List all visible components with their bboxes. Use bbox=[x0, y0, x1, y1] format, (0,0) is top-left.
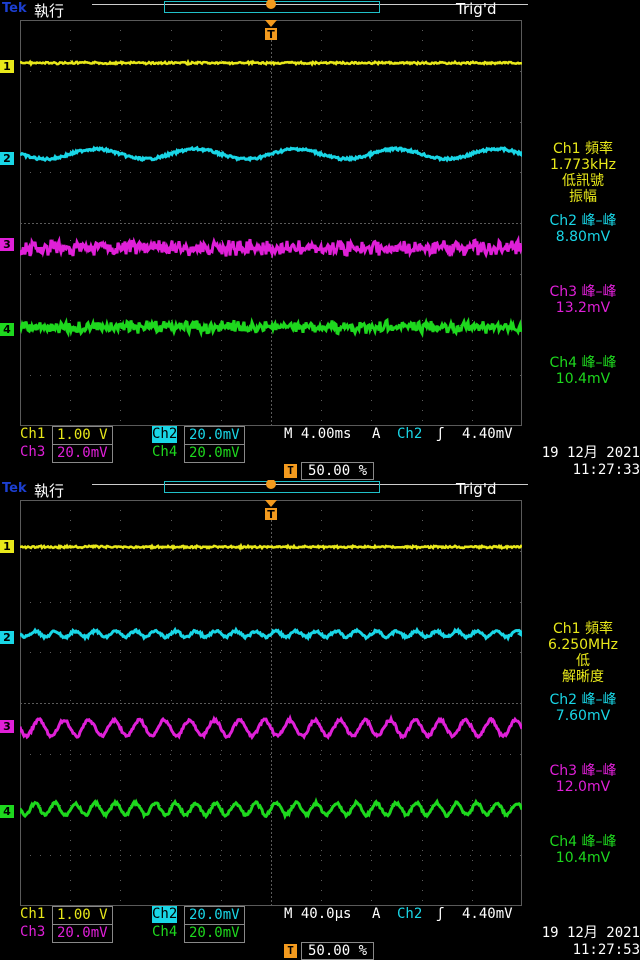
ch1-scale[interactable]: 1.00 V bbox=[52, 906, 113, 925]
meas-ch4-value: 10.4mV bbox=[555, 371, 611, 387]
brand-logo: Tek bbox=[2, 1, 27, 16]
meas-ch1: Ch1 頻率 1.773kHz 低訊號 振幅 bbox=[526, 141, 640, 205]
trigger-level[interactable]: 4.40mV bbox=[462, 426, 513, 443]
meas-ch3-label: Ch3 峰–峰 bbox=[549, 763, 617, 779]
meas-ch4: Ch4 峰–峰 10.4mV bbox=[526, 834, 640, 866]
trigger-slope-icon[interactable]: ʃ bbox=[436, 426, 444, 443]
ch1-label[interactable]: Ch1 bbox=[20, 906, 45, 923]
measurement-panel: Ch1 頻率 6.250MHz 低 解晰度 Ch2 峰–峰 7.60mV Ch3… bbox=[526, 480, 640, 960]
trigger-status: Trig'd bbox=[456, 0, 497, 18]
waveform-graticule: T bbox=[20, 20, 522, 426]
meas-ch2: Ch2 峰–峰 8.80mV bbox=[526, 213, 640, 245]
ch4-marker-icon[interactable]: 4 bbox=[0, 323, 14, 336]
meas-ch2-label: Ch2 峰–峰 bbox=[549, 692, 617, 708]
timebase[interactable]: M 40.0µs bbox=[284, 906, 351, 923]
ch4-trace bbox=[20, 316, 522, 338]
ch2-scale[interactable]: 20.0mV bbox=[184, 426, 245, 445]
waveform-graticule: T bbox=[20, 500, 522, 906]
ch4-scale[interactable]: 20.0mV bbox=[184, 444, 245, 463]
time: 11:27:53 bbox=[572, 942, 640, 958]
meas-ch2-label: Ch2 峰–峰 bbox=[549, 213, 617, 229]
ch4-trace bbox=[20, 796, 522, 821]
meas-ch1-note: 低 bbox=[576, 653, 590, 669]
trigger-position-value: 50.00 % bbox=[301, 462, 375, 480]
ch4-label[interactable]: Ch4 bbox=[152, 924, 177, 941]
meas-ch4-label: Ch4 峰–峰 bbox=[549, 834, 617, 850]
meas-ch3: Ch3 峰–峰 13.2mV bbox=[526, 284, 640, 316]
ch2-marker-icon[interactable]: 2 bbox=[0, 152, 14, 165]
ch1-marker-icon[interactable]: 1 bbox=[0, 60, 14, 73]
meas-ch1-note2: 解晰度 bbox=[562, 669, 604, 685]
trigger-position[interactable]: T 50.00 % bbox=[284, 942, 375, 960]
meas-ch1-note2: 振幅 bbox=[569, 189, 597, 205]
meas-ch3-label: Ch3 峰–峰 bbox=[549, 284, 617, 300]
acquisition-mode: 執行 bbox=[34, 482, 65, 500]
date: 19 12月 2021 bbox=[541, 445, 640, 461]
ch3-marker-icon[interactable]: 3 bbox=[0, 238, 14, 251]
ch1-marker-icon[interactable]: 1 bbox=[0, 540, 14, 553]
brand-logo: Tek bbox=[2, 481, 27, 496]
trigger-arrow-icon bbox=[265, 20, 277, 27]
meas-ch3-value: 12.0mV bbox=[555, 779, 611, 795]
measurement-panel: Ch1 頻率 1.773kHz 低訊號 振幅 Ch2 峰–峰 8.80mV Ch… bbox=[526, 0, 640, 480]
channel-settings: Ch1 1.00 V Ch2 20.0mV M 4.00ms A Ch2 ʃ 4… bbox=[0, 426, 530, 480]
meas-ch1-label: Ch1 頻率 bbox=[552, 621, 613, 637]
channel-settings: Ch1 1.00 V Ch2 20.0mV M 40.0µs A Ch2 ʃ 4… bbox=[0, 906, 530, 960]
trigger-status: Trig'd bbox=[456, 480, 497, 498]
ch2-label[interactable]: Ch2 bbox=[152, 426, 178, 443]
trigger-level[interactable]: 4.40mV bbox=[462, 906, 513, 923]
ch1-label[interactable]: Ch1 bbox=[20, 426, 45, 443]
ch3-label[interactable]: Ch3 bbox=[20, 924, 45, 941]
meas-ch1-value: 6.250MHz bbox=[547, 637, 619, 653]
trigger-source[interactable]: Ch2 bbox=[397, 426, 422, 443]
trigger-t-glyph: T bbox=[267, 508, 275, 521]
trigger-slope-icon[interactable]: ʃ bbox=[436, 906, 444, 923]
ch3-label[interactable]: Ch3 bbox=[20, 444, 45, 461]
trigger-mode[interactable]: A bbox=[372, 906, 380, 923]
ch1-trace bbox=[20, 542, 522, 551]
meas-ch1-value: 1.773kHz bbox=[549, 157, 617, 173]
meas-ch2: Ch2 峰–峰 7.60mV bbox=[526, 692, 640, 724]
ch1-scale[interactable]: 1.00 V bbox=[52, 426, 113, 445]
trigger-t-glyph: T bbox=[267, 28, 275, 41]
ch3-scale[interactable]: 20.0mV bbox=[52, 924, 113, 943]
trigger-position[interactable]: T 50.00 % bbox=[284, 462, 375, 480]
trigger-mode[interactable]: A bbox=[372, 426, 380, 443]
meas-ch4-value: 10.4mV bbox=[555, 850, 611, 866]
meas-ch1-note: 低訊號 bbox=[562, 173, 604, 189]
trigger-position-value: 50.00 % bbox=[301, 942, 375, 960]
meas-ch3: Ch3 峰–峰 12.0mV bbox=[526, 763, 640, 795]
meas-ch4: Ch4 峰–峰 10.4mV bbox=[526, 355, 640, 387]
time: 11:27:33 bbox=[572, 462, 640, 478]
ch4-marker-icon[interactable]: 4 bbox=[0, 805, 14, 818]
ch2-marker-icon[interactable]: 2 bbox=[0, 631, 14, 644]
ch2-label[interactable]: Ch2 bbox=[152, 906, 178, 923]
ch2-scale[interactable]: 20.0mV bbox=[184, 906, 245, 925]
scope-screen-1: Tek 執行 Trig'd T 1 2 3 4 Ch1 頻率 1.773kHz … bbox=[0, 0, 640, 480]
ch4-label[interactable]: Ch4 bbox=[152, 444, 177, 461]
timebase[interactable]: M 4.00ms bbox=[284, 426, 351, 443]
trigger-source[interactable]: Ch2 bbox=[397, 906, 422, 923]
ch1-trace bbox=[20, 58, 522, 67]
ch4-scale[interactable]: 20.0mV bbox=[184, 924, 245, 943]
scope-screen-2: Tek 執行 Trig'd T 1 2 3 4 Ch1 頻率 6.250MHz … bbox=[0, 480, 640, 960]
date: 19 12月 2021 bbox=[541, 925, 640, 941]
meas-ch2-value: 7.60mV bbox=[555, 708, 611, 724]
ch3-scale[interactable]: 20.0mV bbox=[52, 444, 113, 463]
trigger-t-icon: T bbox=[284, 464, 297, 478]
meas-ch4-label: Ch4 峰–峰 bbox=[549, 355, 617, 371]
meas-ch3-value: 13.2mV bbox=[555, 300, 611, 316]
trigger-arrow-icon bbox=[265, 500, 277, 507]
meas-ch2-value: 8.80mV bbox=[555, 229, 611, 245]
acquisition-mode: 執行 bbox=[34, 2, 65, 20]
meas-ch1-label: Ch1 頻率 bbox=[552, 141, 613, 157]
ch3-marker-icon[interactable]: 3 bbox=[0, 720, 14, 733]
meas-ch1: Ch1 頻率 6.250MHz 低 解晰度 bbox=[526, 621, 640, 685]
trigger-t-icon: T bbox=[284, 944, 297, 958]
